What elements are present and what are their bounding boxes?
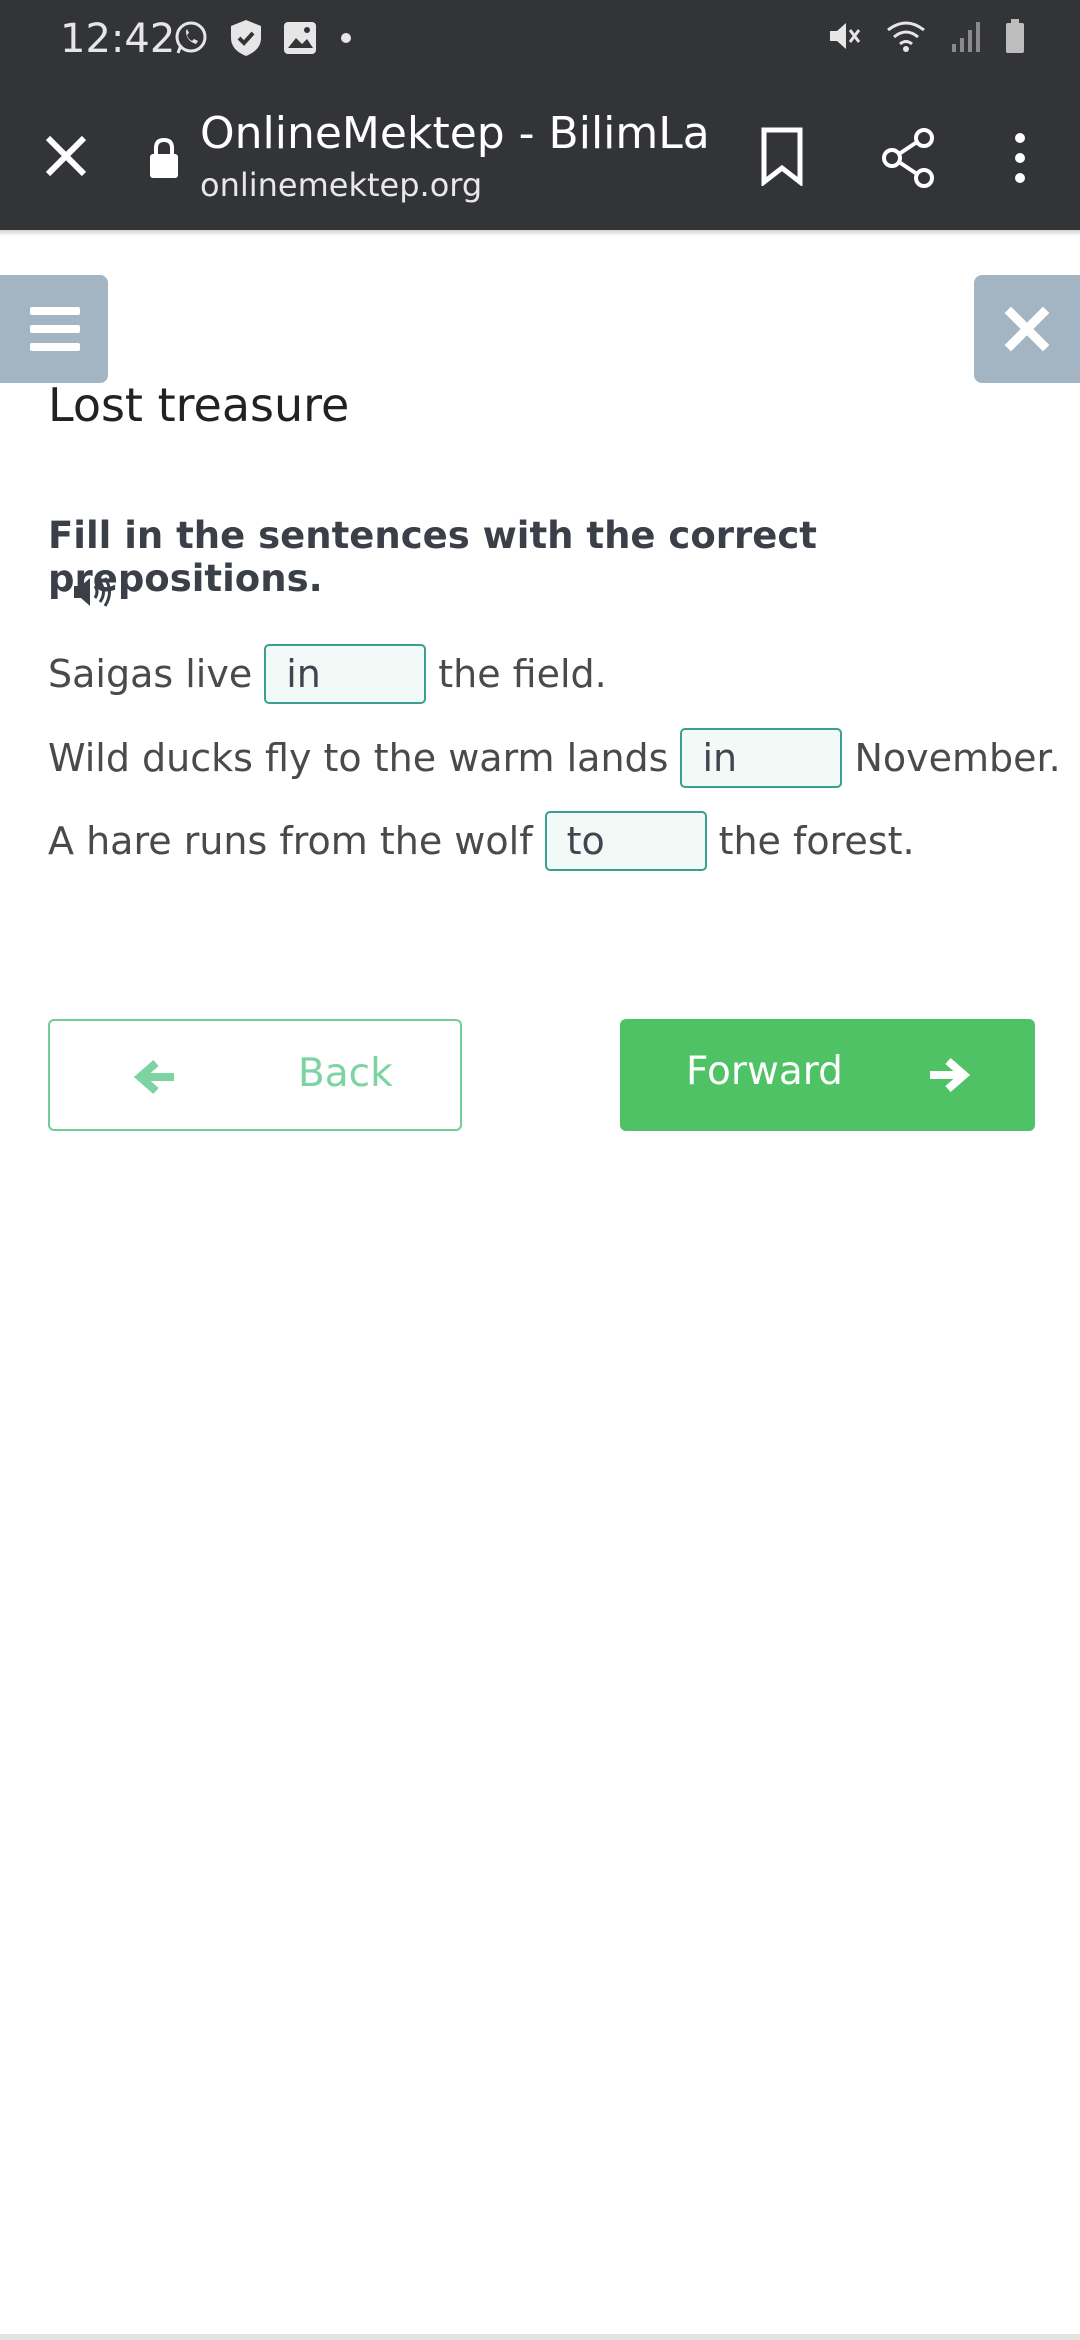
battery-icon xyxy=(1006,19,1024,53)
bookmark-icon[interactable] xyxy=(756,126,808,186)
toolbar-shadow xyxy=(0,230,1080,236)
sentence-2: Wild ducks fly to the warm lands in Nove… xyxy=(48,726,1061,790)
sentence-3: A hare runs from the wolf to the forest. xyxy=(48,809,915,873)
answer-input[interactable]: in xyxy=(680,728,843,788)
status-icons-left xyxy=(172,18,356,58)
signal-icon xyxy=(952,22,980,52)
arrow-right-icon xyxy=(930,1057,970,1093)
more-options-icon[interactable] xyxy=(1000,126,1040,190)
browser-toolbar: OnlineMektep - BilimLa... onlinemektep.o… xyxy=(0,82,1080,230)
hamburger-icon xyxy=(30,307,80,351)
close-lesson-button[interactable] xyxy=(974,275,1080,383)
sentence-text-before: Wild ducks fly to the warm lands xyxy=(48,736,669,780)
status-icons-right xyxy=(826,18,1026,54)
dot-icon xyxy=(341,33,351,43)
back-button[interactable]: Back xyxy=(48,1019,462,1131)
menu-button[interactable] xyxy=(0,275,108,383)
wifi-icon xyxy=(887,21,925,52)
shield-icon xyxy=(231,20,261,56)
close-icon xyxy=(1004,306,1050,352)
answer-input[interactable]: to xyxy=(544,811,707,871)
status-time: 12:42 xyxy=(60,16,176,62)
browser-url[interactable]: onlinemektep.org xyxy=(200,166,482,204)
sentence-text-after: the forest. xyxy=(718,819,915,863)
sentence-text-after: the field. xyxy=(438,652,607,696)
status-bar: 12:42 xyxy=(0,0,1080,82)
back-button-label: Back xyxy=(298,1051,393,1096)
whatsapp-icon xyxy=(175,21,207,54)
bottom-divider xyxy=(0,2334,1080,2340)
mute-icon xyxy=(830,23,861,49)
browser-page-title: OnlineMektep - BilimLa... xyxy=(200,108,710,159)
close-tab-icon[interactable] xyxy=(36,126,96,186)
sentence-text-before: A hare runs from the wolf xyxy=(48,819,533,863)
arrow-left-icon xyxy=(134,1059,174,1095)
answer-input[interactable]: in xyxy=(264,644,427,704)
sentence-text-before: Saigas live xyxy=(48,652,253,696)
speaker-icon[interactable] xyxy=(72,574,114,610)
lock-icon xyxy=(150,137,178,178)
forward-button[interactable]: Forward xyxy=(620,1019,1035,1131)
forward-button-label: Forward xyxy=(686,1049,843,1094)
exercise-instruction: Fill in the sentences with the correct p… xyxy=(48,514,817,600)
sentence-1: Saigas live in the field. xyxy=(48,642,607,706)
sentence-text-after: November. xyxy=(854,736,1061,780)
page-title: Lost treasure xyxy=(48,378,350,432)
image-icon xyxy=(284,22,316,54)
share-icon[interactable] xyxy=(878,126,938,190)
